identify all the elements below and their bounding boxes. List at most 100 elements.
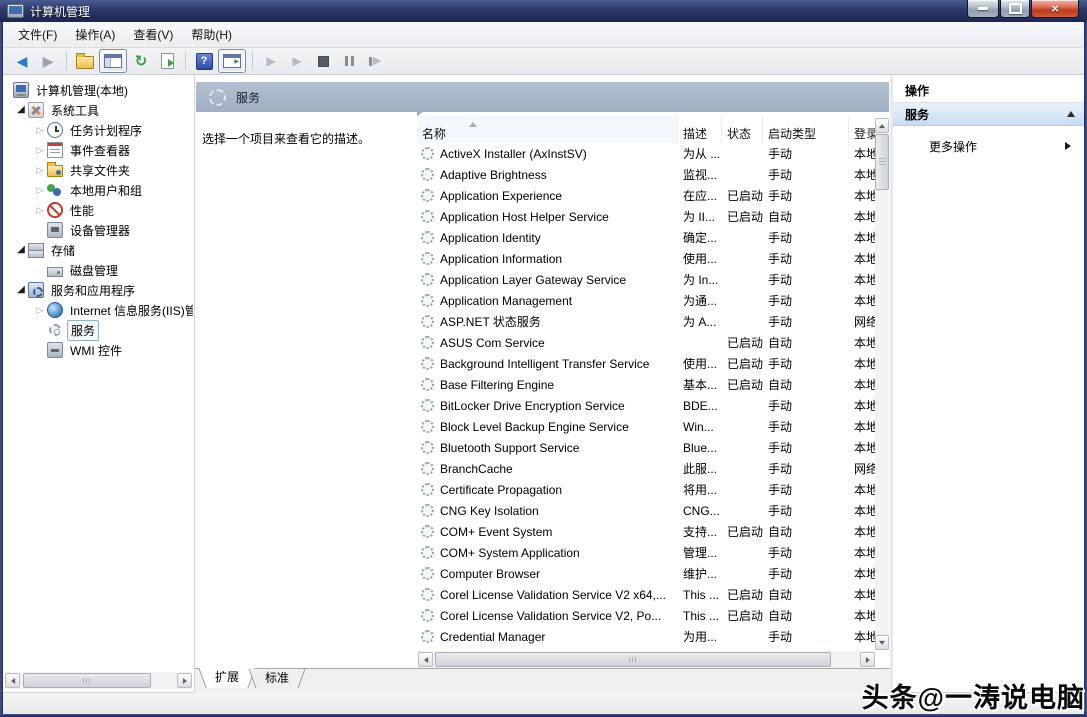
start-service-button[interactable]: ▶ xyxy=(259,50,283,72)
navigate-up-folder-button[interactable] xyxy=(73,50,97,72)
service-row[interactable]: ASUS Com Service已启动自动本地 xyxy=(417,332,875,353)
service-row[interactable]: ActiveX Installer (AxInstSV)为从 ...手动本地 xyxy=(417,143,875,164)
service-row[interactable]: BitLocker Drive Encryption ServiceBDE...… xyxy=(417,395,875,416)
refresh-button[interactable]: ↻ xyxy=(129,50,153,72)
toolbar-separator xyxy=(185,52,186,70)
tree-item-local-users-and-groups[interactable]: ▷本地用户和组 xyxy=(3,180,193,200)
tab-standard[interactable]: 标准 xyxy=(258,669,296,688)
expand-icon[interactable]: ▷ xyxy=(33,140,47,160)
tree-item-storage[interactable]: ◢存储 xyxy=(3,240,193,260)
service-row[interactable]: COM+ System Application管理...手动本地 xyxy=(417,542,875,563)
clock-icon xyxy=(47,122,63,138)
collapse-icon[interactable]: ◢ xyxy=(14,100,28,120)
service-row[interactable]: Block Level Backup Engine ServiceWin...手… xyxy=(417,416,875,437)
column-header-description[interactable]: 描述 xyxy=(678,116,722,143)
menu-file[interactable]: 文件(F) xyxy=(9,22,66,47)
iis-icon xyxy=(47,302,63,318)
tree-item-shared-folders[interactable]: ▷共享文件夹 xyxy=(3,160,193,180)
tree-scrollbar-thumb[interactable] xyxy=(23,673,151,688)
expand-icon[interactable]: ▷ xyxy=(33,160,47,180)
tree-item-wmi-control[interactable]: WMI 控件 xyxy=(3,340,193,360)
minimize-button[interactable] xyxy=(967,0,999,18)
restart-service-button[interactable]: ▶ xyxy=(363,50,387,72)
minimize-icon xyxy=(978,7,988,10)
tab-extended[interactable]: 扩展 xyxy=(208,668,246,688)
tree-item-services[interactable]: 服务 xyxy=(3,320,193,340)
collapse-icon[interactable]: ◢ xyxy=(14,240,28,260)
service-row[interactable]: Bluetooth Support ServiceBlue...手动本地 xyxy=(417,437,875,458)
tree-horizontal-scrollbar[interactable] xyxy=(5,672,192,689)
service-row[interactable]: Application Identity确定...手动本地 xyxy=(417,227,875,248)
collapse-section-icon[interactable] xyxy=(1067,107,1075,117)
menu-help[interactable]: 帮助(H) xyxy=(182,22,241,47)
expand-icon[interactable]: ▷ xyxy=(33,180,47,200)
show-hide-console-tree-button[interactable] xyxy=(99,49,127,73)
menu-action[interactable]: 操作(A) xyxy=(66,22,124,47)
scroll-left-button[interactable] xyxy=(418,652,433,667)
service-name-cell: Application Layer Gateway Service xyxy=(417,273,678,287)
service-row[interactable]: BranchCache此服...手动网络 xyxy=(417,458,875,479)
tree-item-device-manager[interactable]: 设备管理器 xyxy=(3,220,193,240)
tree-item-iis-manager[interactable]: ▷Internet 信息服务(IIS)管 xyxy=(3,300,193,320)
tree-item-system-tools[interactable]: ◢系统工具 xyxy=(3,100,193,120)
scroll-left-button[interactable] xyxy=(5,673,20,688)
scroll-right-button[interactable] xyxy=(860,652,875,667)
back-button[interactable]: ◀ xyxy=(10,50,34,72)
close-button[interactable]: × xyxy=(1031,0,1079,18)
service-name: Adaptive Brightness xyxy=(440,168,547,182)
column-header-status[interactable]: 状态 xyxy=(722,116,763,143)
column-header-logon-as[interactable]: 登录 xyxy=(849,116,875,143)
stop-service-button[interactable] xyxy=(311,50,335,72)
column-header-startup-type[interactable]: 启动类型 xyxy=(763,116,849,143)
list-vertical-scrollbar[interactable] xyxy=(875,118,889,650)
action-section-services[interactable]: 服务 xyxy=(893,103,1084,126)
expand-icon[interactable]: ▷ xyxy=(33,120,47,140)
service-row[interactable]: Application Management为通...手动本地 xyxy=(417,290,875,311)
list-horizontal-scrollbar[interactable] xyxy=(418,651,875,668)
scroll-right-button[interactable] xyxy=(177,673,192,688)
service-name-cell: ASP.NET 状态服务 xyxy=(417,313,678,330)
service-row[interactable]: Computer Browser维护...手动本地 xyxy=(417,563,875,584)
service-row[interactable]: Credential Manager为用...手动本地 xyxy=(417,626,875,647)
list-vscrollbar-thumb[interactable] xyxy=(875,134,889,190)
service-row[interactable]: Corel License Validation Service V2 x64,… xyxy=(417,584,875,605)
service-row[interactable]: Application Host Helper Service为 II...已启… xyxy=(417,206,875,227)
collapse-icon[interactable]: ◢ xyxy=(14,280,28,300)
help-button[interactable]: ? xyxy=(192,50,216,72)
pause-service-button[interactable] xyxy=(337,50,361,72)
menu-view[interactable]: 查看(V) xyxy=(124,22,182,47)
forward-button[interactable]: ▶ xyxy=(36,50,60,72)
service-row[interactable]: COM+ Event System支持...已启动自动本地 xyxy=(417,521,875,542)
service-row[interactable]: Adaptive Brightness监视...手动本地 xyxy=(417,164,875,185)
show-hide-action-pane-button[interactable] xyxy=(218,49,246,73)
service-row[interactable]: Application Layer Gateway Service为 In...… xyxy=(417,269,875,290)
service-logon-as: 本地 xyxy=(849,250,875,267)
service-row[interactable]: Base Filtering Engine基本...已启动自动本地 xyxy=(417,374,875,395)
title-bar[interactable]: 计算机管理 × xyxy=(0,0,1087,22)
more-actions-item[interactable]: 更多操作 xyxy=(893,136,1084,156)
resume-service-button[interactable]: ▶ xyxy=(285,50,309,72)
service-row[interactable]: ASP.NET 状态服务为 A...手动网络 xyxy=(417,311,875,332)
column-header-name[interactable]: 名称 xyxy=(417,116,678,143)
scroll-up-button[interactable] xyxy=(875,118,889,133)
expand-icon[interactable]: ▷ xyxy=(33,300,47,320)
tree-item-services-and-applications[interactable]: ◢服务和应用程序 xyxy=(3,280,193,300)
service-row[interactable]: Application Experience在应...已启动手动本地 xyxy=(417,185,875,206)
tree-item-task-scheduler[interactable]: ▷任务计划程序 xyxy=(3,120,193,140)
expand-icon[interactable]: ▷ xyxy=(33,200,47,220)
list-hscrollbar-thumb[interactable] xyxy=(435,652,831,667)
tree-item-computer-management-local[interactable]: 计算机管理(本地) xyxy=(3,80,193,100)
service-row[interactable]: Certificate Propagation将用...手动本地 xyxy=(417,479,875,500)
service-name-cell: Application Management xyxy=(417,294,678,308)
export-list-button[interactable] xyxy=(155,50,179,72)
service-row[interactable]: CNG Key IsolationCNG...手动本地 xyxy=(417,500,875,521)
scroll-down-button[interactable] xyxy=(875,635,889,650)
service-row[interactable]: Background Intelligent Transfer Service使… xyxy=(417,353,875,374)
tree-item-disk-management[interactable]: 磁盘管理 xyxy=(3,260,193,280)
tree-item-event-viewer[interactable]: ▷事件查看器 xyxy=(3,140,193,160)
maximize-button[interactable] xyxy=(1000,0,1030,18)
tree-item-performance[interactable]: ▷性能 xyxy=(3,200,193,220)
service-row[interactable]: Corel License Validation Service V2, Po.… xyxy=(417,605,875,626)
service-row[interactable]: Application Information使用...手动本地 xyxy=(417,248,875,269)
tree-item-label: 计算机管理(本地) xyxy=(33,81,131,100)
